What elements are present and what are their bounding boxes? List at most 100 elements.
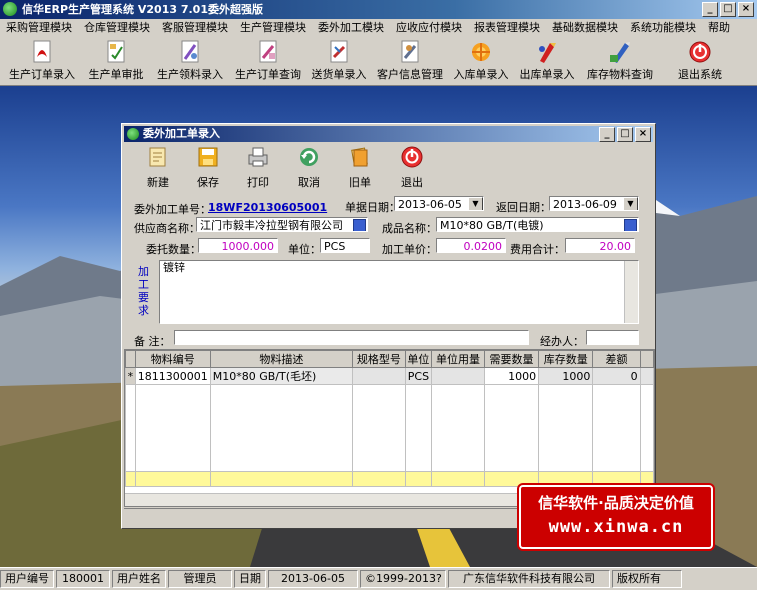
order-date-picker[interactable]: 2013-06-05 ▼ [394,196,484,211]
customer-doc-icon [401,40,419,63]
price-label: 加工单价： [382,243,437,256]
menu-reports[interactable]: 报表管理模块 [468,19,546,37]
table-row[interactable]: * 1811300001 M10*80 GB/T(毛坯) PCS 1000 10… [125,367,654,385]
toolbar-label: 送货单录入 [311,68,367,81]
approve-doc-icon [107,40,125,63]
power-icon [689,41,711,63]
menu-base-data[interactable]: 基础数据模块 [546,19,624,37]
exit-button[interactable]: 退出 [392,145,432,190]
child-toolbar: 新建 保存 打印 取消 旧单 退出 [124,143,653,189]
product-value: M10*80 GB/T(电镀) [440,219,544,232]
toolbar-label: 入库单录入 [453,68,509,81]
toolbar-delivery-entry-button[interactable]: 送货单录入 [310,39,368,83]
supplier-label: 供应商名称： [134,222,200,235]
lookup-icon[interactable] [353,219,366,231]
child-title: 委外加工单录入 [143,127,220,140]
menu-warehouse[interactable]: 仓库管理模块 [78,19,156,37]
menu-system[interactable]: 系统功能模块 [624,19,702,37]
menu-outsourcing[interactable]: 委外加工模块 [312,19,390,37]
old-orders-button[interactable]: 旧单 [340,145,380,190]
column-header[interactable]: 物料描述 [209,350,354,368]
requirement-textarea[interactable]: 镀锌 [159,260,639,324]
child-close-button[interactable]: × [635,127,651,142]
toolbar-label: 生产订单查询 [235,68,301,81]
minimize-button[interactable]: _ [702,2,718,17]
toolbar-stock-out-button[interactable]: 出库单录入 [518,39,576,83]
toolbar-inventory-query-button[interactable]: 库存物料查询 [584,39,656,83]
toolbar-order-query-button[interactable]: 生产订单查询 [232,39,304,83]
cancel-button[interactable]: 取消 [289,145,329,190]
toolbar-label: 生产订单录入 [9,68,75,81]
table-cell[interactable]: 1000 [483,367,540,385]
copyright-text: ©1999-2013? [360,570,446,588]
toolbar-label: 出库单录入 [519,68,575,81]
table-cell[interactable]: M10*80 GB/T(毛坯) [209,367,354,385]
watermark-url: www.xinwa.cn [548,517,684,537]
menu-purchase[interactable]: 采购管理模块 [0,19,78,37]
child-minimize-button[interactable]: _ [599,127,615,142]
toolbar-exit-system-button[interactable]: 退出系统 [670,39,730,83]
menu-receivable-payable[interactable]: 应收应付模块 [390,19,468,37]
return-date-value: 2013-06-09 [553,198,617,211]
price-field[interactable]: 0.0200 [436,238,506,253]
handler-field[interactable] [586,330,639,345]
requirement-scrollbar[interactable] [624,261,638,323]
query-doc-icon [259,40,277,63]
close-button[interactable]: × [738,2,754,17]
remark-label: 备 注： [134,335,171,348]
unit-label: 单位： [288,243,321,256]
remark-field[interactable] [174,330,529,345]
floppy-icon [198,147,218,167]
inventory-icon [610,42,630,63]
unit-field[interactable]: PCS [320,238,370,253]
material-grid: 物料编号 物料描述 规格型号 单位 单位用量 需要数量 库存数量 差额 * 18… [124,349,655,507]
lookup-icon[interactable] [624,219,637,231]
table-cell[interactable]: PCS [404,367,433,385]
table-cell[interactable] [352,367,406,385]
column-header[interactable]: 差额 [592,350,641,368]
table-cell[interactable] [431,367,485,385]
dropdown-arrow-icon[interactable]: ▼ [468,197,483,210]
total-field[interactable]: 20.00 [565,238,635,253]
user-no-value: 180001 [56,570,110,588]
user-no-label: 用户编号 [0,570,54,588]
order-no-link[interactable]: 18WF20130605001 [208,201,327,214]
toolbar-stock-in-button[interactable]: 入库单录入 [452,39,510,83]
new-button[interactable]: 新建 [138,145,178,190]
print-button[interactable]: 打印 [238,145,278,190]
toolbar-label: 生产领料录入 [157,68,223,81]
menu-help[interactable]: 帮助 [702,19,736,37]
menu-customer-service[interactable]: 客服管理模块 [156,19,234,37]
column-header[interactable]: 单位 [404,350,433,368]
toolbar-production-order-entry-button[interactable]: 生产订单录入 [6,39,78,83]
table-cell[interactable]: 0 [592,367,641,385]
child-maximize-button[interactable]: □ [617,127,633,142]
material-doc-icon [181,40,199,63]
menu-production[interactable]: 生产管理模块 [234,19,312,37]
button-label: 打印 [247,176,269,189]
button-label: 取消 [298,176,320,189]
return-date-picker[interactable]: 2013-06-09 ▼ [549,196,639,211]
qty-field[interactable]: 1000.000 [198,238,278,253]
column-header[interactable]: 规格型号 [352,350,406,368]
row-indicator-header [125,350,136,368]
toolbar-production-approval-button[interactable]: 生产单审批 [82,39,150,83]
maximize-button[interactable]: □ [720,2,736,17]
product-field[interactable]: M10*80 GB/T(电镀) [436,217,639,232]
table-cell[interactable]: 1811300001 [134,367,211,385]
column-header[interactable]: 需要数量 [483,350,540,368]
column-header[interactable]: 物料编号 [134,350,211,368]
user-name-label: 用户姓名 [112,570,166,588]
column-header[interactable]: 库存数量 [538,350,594,368]
dropdown-arrow-icon[interactable]: ▼ [623,197,638,210]
toolbar-customer-info-button[interactable]: 客户信息管理 [376,39,444,83]
supplier-field[interactable]: 江门市毅丰冷拉型钢有限公司 [196,217,368,232]
column-header[interactable]: 单位用量 [431,350,485,368]
toolbar-material-requisition-button[interactable]: 生产领料录入 [154,39,226,83]
table-cell[interactable]: 1000 [538,367,594,385]
company-name: 广东信华软件科技有限公司 [448,570,610,588]
save-button[interactable]: 保存 [188,145,228,190]
toolbar-label: 库存物料查询 [587,68,653,81]
button-label: 旧单 [349,176,371,189]
date-value: 2013-06-05 [268,570,358,588]
